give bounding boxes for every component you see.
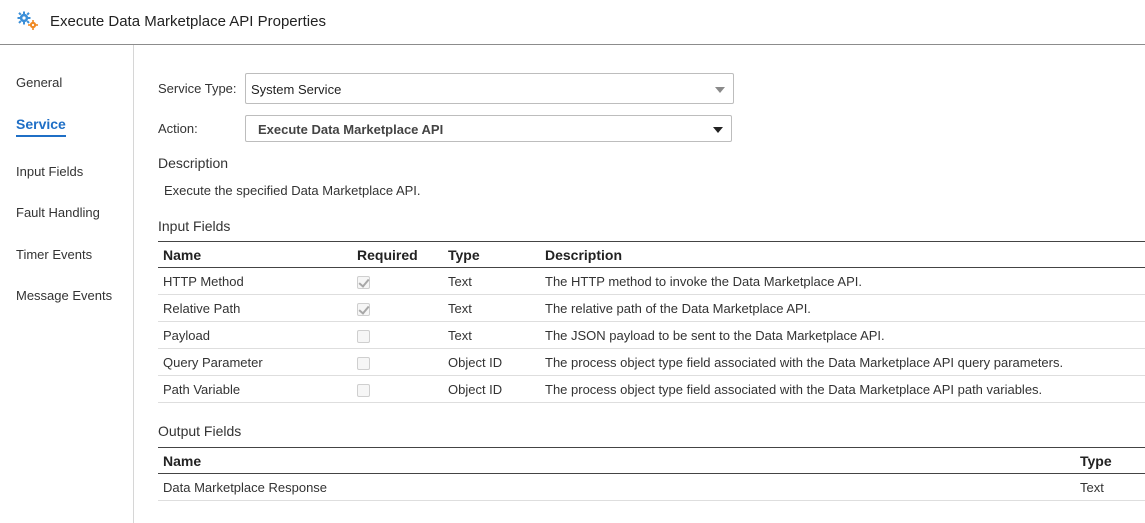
output-fields-heading: Output Fields xyxy=(158,423,242,439)
required-cell xyxy=(352,375,443,403)
field-description: The relative path of the Data Marketplac… xyxy=(540,294,1145,322)
title-bar: Execute Data Marketplace API Properties xyxy=(0,0,1145,45)
table-header-row: Name Required Type Description xyxy=(158,241,1145,268)
chevron-down-icon xyxy=(715,87,725,93)
field-type: Text xyxy=(443,267,540,295)
column-header-required: Required xyxy=(352,241,443,268)
chevron-down-icon xyxy=(713,127,723,133)
description-text: Execute the specified Data Marketplace A… xyxy=(164,183,421,198)
required-cell xyxy=(352,294,443,322)
sidebar-item-service[interactable]: Service xyxy=(16,116,66,137)
required-cell xyxy=(352,321,443,349)
sidebar-item-timer-events[interactable]: Timer Events xyxy=(16,247,92,262)
table-header-row: Name Type xyxy=(158,447,1145,474)
required-checkbox xyxy=(357,356,370,370)
field-name: Payload xyxy=(158,321,352,349)
service-type-label: Service Type: xyxy=(158,81,237,96)
table-row: HTTP Method Text The HTTP method to invo… xyxy=(158,267,1145,295)
description-heading: Description xyxy=(158,155,229,171)
service-type-select[interactable]: System Service xyxy=(245,73,734,104)
sidebar-item-message-events[interactable]: Message Events xyxy=(16,288,112,303)
field-description: The JSON payload to be sent to the Data … xyxy=(540,321,1145,349)
column-header-type: Type xyxy=(1075,447,1145,474)
column-header-type: Type xyxy=(443,241,540,268)
field-type: Text xyxy=(443,321,540,349)
table-row: Path Variable Object ID The process obje… xyxy=(158,375,1145,403)
table-row: Relative Path Text The relative path of … xyxy=(158,294,1145,322)
action-select[interactable]: Execute Data Marketplace API xyxy=(245,115,732,142)
service-type-value: System Service xyxy=(251,82,342,97)
required-checkbox xyxy=(357,329,370,343)
field-name: Query Parameter xyxy=(158,348,352,376)
column-header-description: Description xyxy=(540,241,1145,268)
field-name: Path Variable xyxy=(158,375,352,403)
column-header-name: Name xyxy=(158,241,352,268)
sidebar-item-fault-handling[interactable]: Fault Handling xyxy=(16,205,100,220)
field-name: Relative Path xyxy=(158,294,352,322)
input-fields-heading: Input Fields xyxy=(158,218,231,234)
field-name: HTTP Method xyxy=(158,267,352,295)
gear-icon xyxy=(16,11,40,31)
action-label: Action: xyxy=(158,121,198,136)
field-type: Object ID xyxy=(443,375,540,403)
required-cell xyxy=(352,348,443,376)
required-checkbox xyxy=(357,383,370,397)
field-description: The process object type field associated… xyxy=(540,375,1145,403)
sidebar-item-input-fields[interactable]: Input Fields xyxy=(16,164,83,179)
table-row: Data Marketplace Response Text xyxy=(158,473,1145,501)
input-fields-table: Name Required Type Description HTTP Meth… xyxy=(158,241,1145,403)
column-header-name: Name xyxy=(158,447,1075,474)
table-row: Query Parameter Object ID The process ob… xyxy=(158,348,1145,376)
field-description: The process object type field associated… xyxy=(540,348,1145,376)
field-type: Text xyxy=(443,294,540,322)
required-checkbox xyxy=(357,302,370,316)
field-type: Object ID xyxy=(443,348,540,376)
sidebar-nav: General Service Input Fields Fault Handl… xyxy=(0,45,134,523)
sidebar-item-general[interactable]: General xyxy=(16,75,62,90)
field-description: The HTTP method to invoke the Data Marke… xyxy=(540,267,1145,295)
required-cell xyxy=(352,267,443,295)
action-value: Execute Data Marketplace API xyxy=(258,122,444,137)
window-title: Execute Data Marketplace API Properties xyxy=(50,13,326,30)
output-fields-table: Name Type Data Marketplace Response Text xyxy=(158,447,1145,501)
field-name: Data Marketplace Response xyxy=(158,473,1075,501)
required-checkbox xyxy=(357,275,370,289)
field-type: Text xyxy=(1075,473,1145,501)
table-row: Payload Text The JSON payload to be sent… xyxy=(158,321,1145,349)
